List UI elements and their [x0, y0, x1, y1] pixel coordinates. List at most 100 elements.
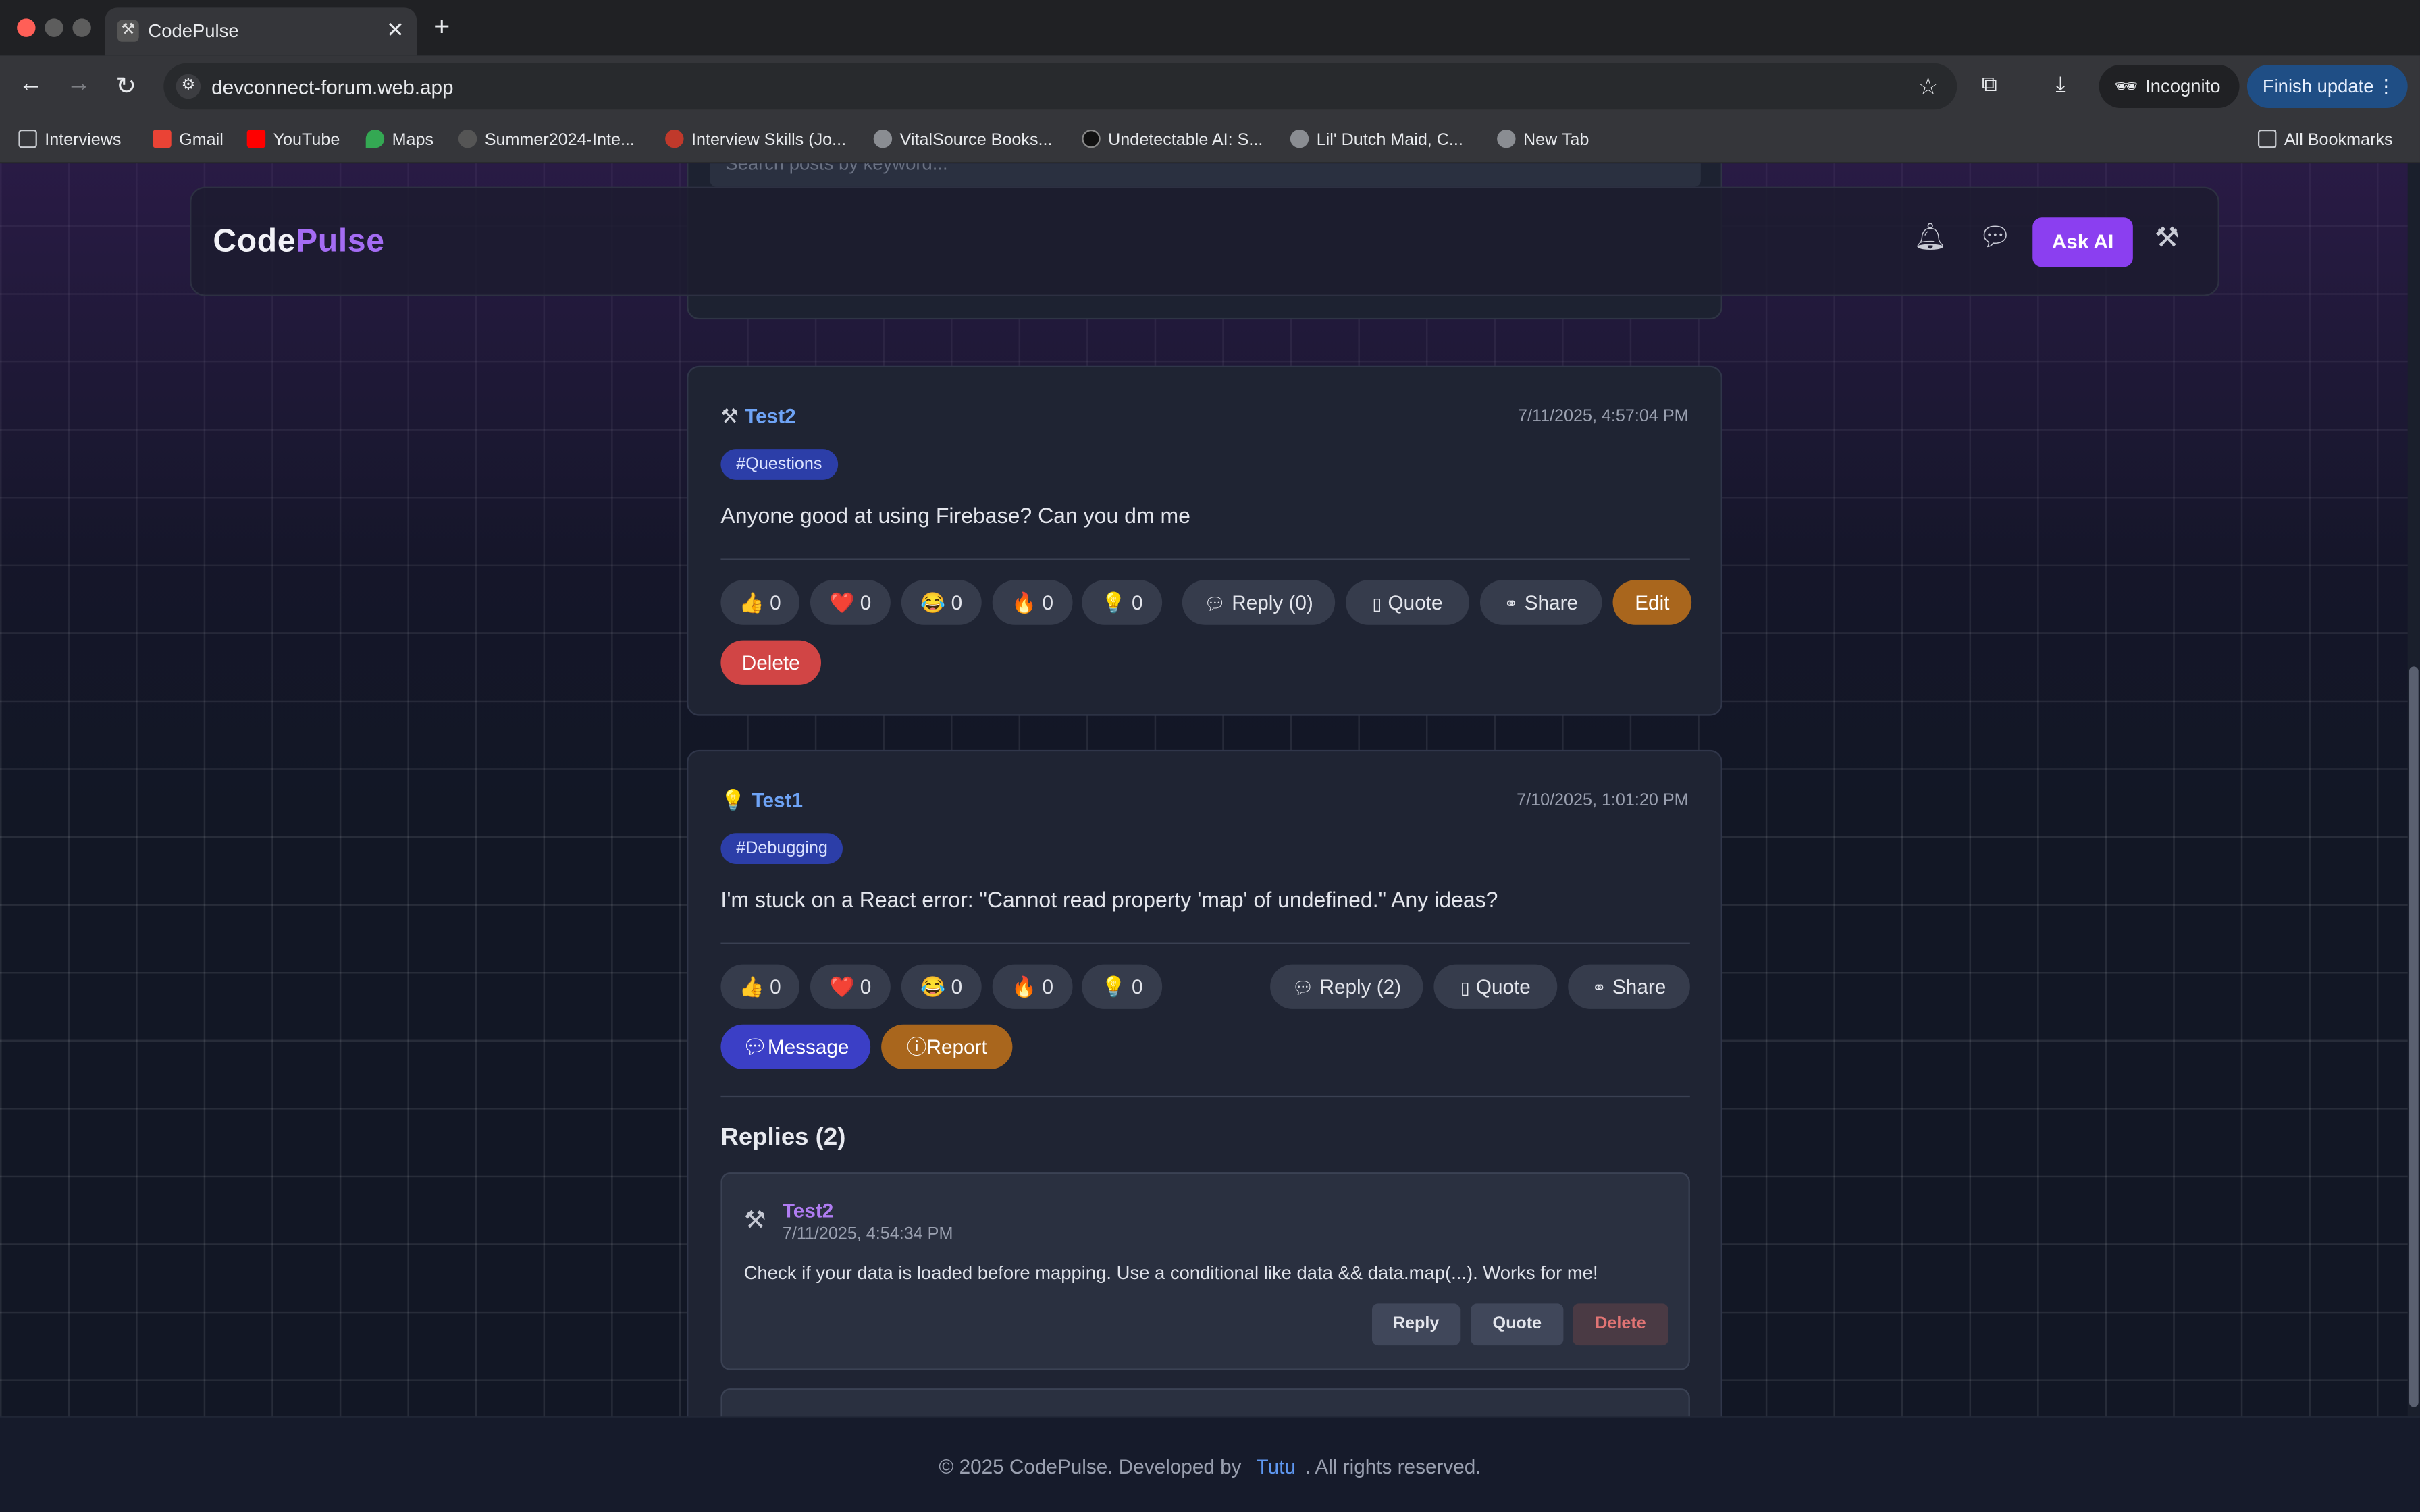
reaction-idea[interactable]: 💡 0: [1082, 580, 1163, 625]
post-tag[interactable]: #Debugging: [720, 833, 843, 864]
tools-icon: ⚒: [720, 404, 739, 428]
bookmark-summer2024[interactable]: Summer2024-Inte...: [458, 129, 635, 150]
maximize-window-button[interactable]: [72, 18, 91, 37]
reply-label: Reply (0): [1232, 591, 1313, 614]
delete-button[interactable]: Delete: [720, 640, 821, 685]
bookmark-maps[interactable]: Maps: [365, 129, 434, 150]
reply-button[interactable]: 💬︎ Reply (0): [1182, 580, 1336, 625]
chat-icon[interactable]: 💬︎: [1978, 222, 2011, 253]
reply-reply-button[interactable]: Reply: [1371, 1303, 1461, 1346]
address-bar[interactable]: ⚙ devconnect-forum.web.app ☆: [163, 63, 1957, 110]
post-timestamp: 7/11/2025, 4:57:04 PM: [1517, 407, 1689, 426]
lightbulb-icon: 💡: [720, 788, 746, 812]
more-menu-icon[interactable]: ⋮: [2377, 65, 2395, 108]
post-tag[interactable]: #Questions: [720, 449, 838, 480]
bookmark-lil-dutch-maid[interactable]: Lil' Dutch Maid, C...: [1290, 129, 1463, 150]
reaction-heart[interactable]: ❤️ 0: [810, 580, 891, 625]
post-author[interactable]: ⚒ Test2: [720, 404, 795, 429]
reply-button[interactable]: 💬︎ Reply (2): [1270, 964, 1423, 1009]
bookmark-gmail[interactable]: Gmail: [153, 129, 223, 150]
reaction-laugh[interactable]: 😂 0: [901, 580, 982, 625]
post-author[interactable]: 💡 Test1: [720, 788, 803, 813]
post-content: Anyone good at using Firebase? Can you d…: [720, 503, 1190, 528]
forward-icon[interactable]: →: [66, 71, 91, 99]
heart-icon: ❤️: [829, 975, 855, 998]
search-input[interactable]: Search posts by keyword...: [710, 163, 1701, 187]
incognito-label: Incognito: [2145, 75, 2221, 97]
fire-icon: 🔥: [1011, 591, 1037, 614]
bookmark-undetectable[interactable]: Undetectable AI: S...: [1082, 129, 1263, 150]
share-icon: ⚭: [1504, 595, 1519, 614]
bookmark-interviews[interactable]: Interviews: [18, 129, 121, 150]
share-button[interactable]: ⚭ Share: [1568, 964, 1690, 1009]
reaction-count: 0: [1042, 591, 1054, 614]
bell-icon[interactable]: 🔔︎: [1914, 222, 1947, 253]
minimize-window-button[interactable]: [45, 18, 63, 37]
logo[interactable]: CodePulse: [213, 223, 384, 261]
post-divider: [720, 942, 1690, 944]
reaction-laugh[interactable]: 😂 0: [901, 964, 982, 1009]
reaction-thumbs-up[interactable]: 👍 0: [720, 580, 799, 625]
bookmark-star-icon[interactable]: ☆: [1918, 72, 1939, 101]
quote-icon: ▯: [1372, 595, 1382, 614]
back-icon[interactable]: ←: [18, 71, 43, 99]
fire-icon: 🔥: [1011, 975, 1037, 998]
reaction-fire[interactable]: 🔥 0: [992, 580, 1073, 625]
codepulse-favicon-icon: ⚒: [117, 20, 139, 42]
bookmark-vitalsource[interactable]: VitalSource Books...: [873, 129, 1053, 150]
reaction-fire[interactable]: 🔥 0: [992, 964, 1073, 1009]
lightbulb-icon: 💡: [1101, 975, 1126, 998]
reply-delete-button[interactable]: Delete: [1573, 1303, 1668, 1346]
reaction-idea[interactable]: 💡 0: [1082, 964, 1163, 1009]
share-label: Share: [1612, 975, 1666, 998]
edit-button[interactable]: Edit: [1612, 580, 1692, 625]
quote-icon: ▯: [1460, 979, 1470, 998]
share-label: Share: [1524, 591, 1579, 614]
chat-icon: 💬︎: [742, 1035, 768, 1058]
share-button[interactable]: ⚭ Share: [1479, 580, 1602, 625]
close-tab-icon[interactable]: ✕: [386, 17, 404, 43]
reaction-count: 0: [770, 975, 781, 998]
quote-button[interactable]: ▯ Quote: [1346, 580, 1469, 625]
site-info-icon[interactable]: ⚙: [176, 74, 201, 99]
reaction-heart[interactable]: ❤️ 0: [810, 964, 891, 1009]
logo-accent: Pulse: [296, 223, 385, 259]
site-icon: [1082, 129, 1101, 148]
post-divider: [720, 558, 1690, 560]
reaction-count: 0: [1132, 975, 1143, 998]
folder-icon: [2257, 129, 2277, 148]
all-bookmarks-label: All Bookmarks: [2284, 131, 2393, 150]
replies-title: Replies (2): [720, 1125, 846, 1152]
post-author-name: Test1: [752, 788, 803, 812]
reaction-thumbs-up[interactable]: 👍 0: [720, 964, 799, 1009]
reply-quote-button[interactable]: Quote: [1471, 1303, 1564, 1346]
all-bookmarks[interactable]: All Bookmarks: [2257, 129, 2393, 150]
chat-icon: 💬︎: [1204, 595, 1226, 614]
bookmark-label: Gmail: [179, 131, 223, 150]
tab-search-icon[interactable]: ⧉: [1982, 71, 1997, 97]
url-text: devconnect-forum.web.app: [211, 75, 454, 99]
finish-update-button[interactable]: Finish update ⋮: [2246, 64, 2408, 108]
scrollbar-thumb[interactable]: [2409, 666, 2419, 1407]
reload-icon[interactable]: ↻: [115, 71, 136, 102]
message-button[interactable]: 💬︎Message: [720, 1024, 871, 1069]
close-window-button[interactable]: [17, 18, 36, 37]
bookmark-new-tab[interactable]: New Tab: [1497, 129, 1589, 150]
reply-author[interactable]: Test2: [783, 1199, 833, 1222]
bookmark-youtube[interactable]: YouTube: [246, 129, 340, 150]
reaction-count: 0: [951, 975, 963, 998]
post-card: 💡 Test1 7/10/2025, 1:01:20 PM #Debugging …: [687, 749, 1722, 1482]
globe-icon: [1497, 129, 1516, 148]
ask-ai-button[interactable]: Ask AI: [2032, 217, 2133, 267]
report-button[interactable]: ⓘReport: [881, 1024, 1013, 1069]
incognito-indicator[interactable]: 🕶 Incognito: [2099, 64, 2240, 108]
new-tab-icon[interactable]: +: [433, 11, 450, 43]
browser-tab[interactable]: ⚒ CodePulse ✕: [105, 7, 417, 56]
quote-button[interactable]: ▯ Quote: [1433, 964, 1558, 1009]
footer-developer-link[interactable]: Tutu: [1257, 1455, 1296, 1478]
bookmark-interview-skills[interactable]: Interview Skills (Jo...: [665, 129, 846, 150]
tools-icon[interactable]: ⚒: [2155, 222, 2180, 254]
bookmark-label: Maps: [392, 131, 434, 150]
lightbulb-icon: 💡: [1101, 591, 1126, 614]
download-icon[interactable]: ⤓: [2056, 71, 2066, 97]
